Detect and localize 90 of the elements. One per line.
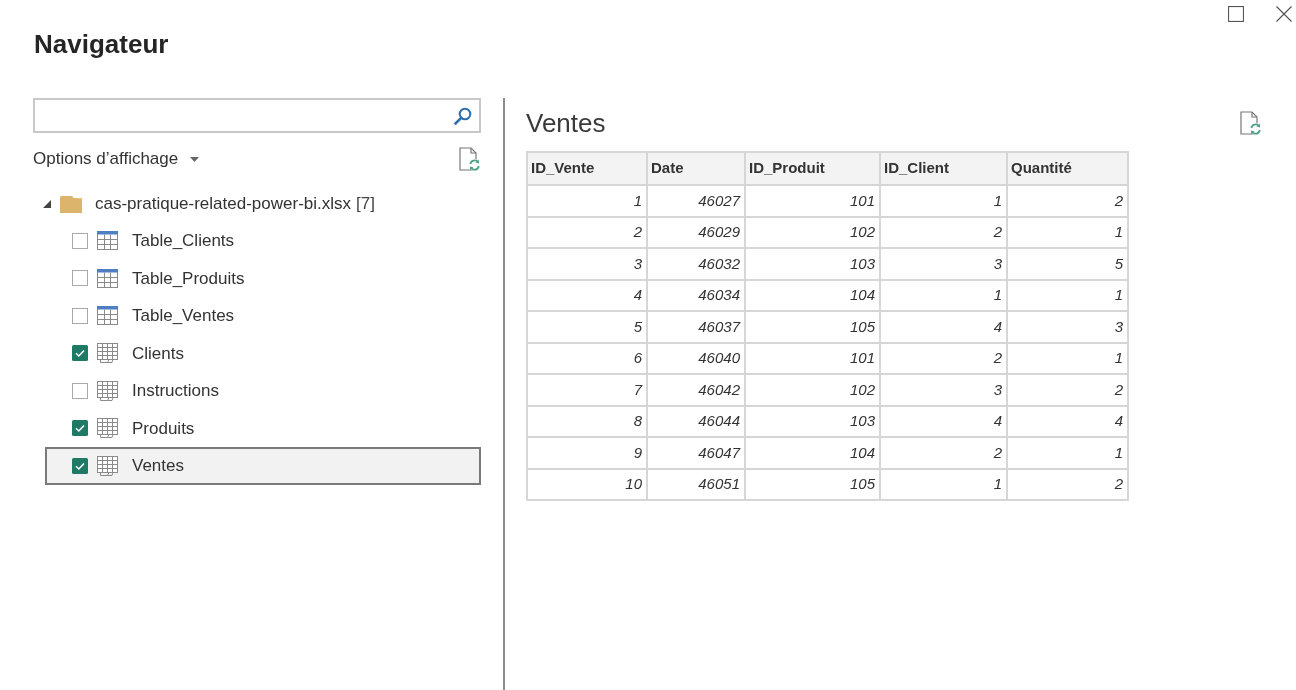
table-cell: 46027 — [647, 185, 745, 217]
table-cell: 46051 — [647, 468, 745, 500]
sheet-icon — [97, 455, 118, 476]
table-cell: 46047 — [647, 437, 745, 469]
table-cell: 3 — [880, 374, 1007, 406]
table-icon — [97, 231, 118, 251]
table-cell: 2 — [880, 437, 1007, 469]
table-cell: 104 — [745, 279, 880, 311]
sheet-icon — [97, 418, 118, 439]
sheet-icon — [97, 380, 118, 401]
table-cell: 101 — [745, 185, 880, 217]
checkbox[interactable] — [72, 457, 88, 474]
tree-item[interactable]: Table_Clients — [45, 222, 481, 260]
tree-item[interactable]: Table_Ventes — [45, 297, 481, 335]
table-cell: 104 — [745, 437, 880, 469]
table-cell: 1 — [1007, 342, 1128, 374]
table-cell: 46040 — [647, 342, 745, 374]
sheet-icon — [97, 343, 118, 364]
caret-icon — [190, 156, 200, 162]
column-header: Quantité — [1007, 152, 1128, 185]
table-cell: 2 — [527, 216, 647, 248]
table-cell: 4 — [1007, 405, 1128, 437]
tree-item[interactable]: Clients — [45, 334, 481, 372]
table-cell: 46037 — [647, 311, 745, 343]
table-cell: 46032 — [647, 248, 745, 280]
table-cell: 5 — [1007, 248, 1128, 280]
checkbox[interactable] — [72, 232, 88, 249]
table-cell: 2 — [1007, 374, 1128, 406]
table-cell: 3 — [880, 248, 1007, 280]
tree-item[interactable]: Produits — [45, 409, 481, 447]
table-cell: 6 — [527, 342, 647, 374]
close-icon[interactable] — [1276, 6, 1292, 22]
checkbox[interactable] — [72, 382, 88, 399]
tree-item[interactable]: Ventes — [45, 447, 481, 485]
table-cell: 101 — [745, 342, 880, 374]
table-cell: 3 — [527, 248, 647, 280]
column-header: Date — [647, 152, 745, 185]
table-cell: 7 — [527, 374, 647, 406]
table-cell: 1 — [1007, 437, 1128, 469]
checkbox[interactable] — [72, 420, 88, 437]
table-cell: 105 — [745, 311, 880, 343]
folder-icon — [60, 195, 82, 213]
table-icon — [97, 268, 118, 288]
table-cell: 1 — [1007, 216, 1128, 248]
column-header: ID_Produit — [745, 152, 880, 185]
table-cell: 8 — [527, 405, 647, 437]
table-cell: 2 — [880, 216, 1007, 248]
table-cell: 46044 — [647, 405, 745, 437]
column-header: ID_Client — [880, 152, 1007, 185]
table-cell: 46034 — [647, 279, 745, 311]
search-field[interactable] — [33, 98, 481, 133]
table-cell: 1 — [880, 279, 1007, 311]
checkbox[interactable] — [72, 270, 88, 287]
refresh-file-icon[interactable] — [1240, 110, 1262, 136]
table-cell: 1 — [880, 468, 1007, 500]
column-header: ID_Vente — [527, 152, 647, 185]
table-cell: 46042 — [647, 374, 745, 406]
table-cell: 4 — [527, 279, 647, 311]
table-cell: 2 — [1007, 185, 1128, 217]
table-cell: 103 — [745, 248, 880, 280]
maximize-icon[interactable] — [1228, 6, 1244, 22]
table-cell: 1 — [1007, 279, 1128, 311]
item-count: [7] — [356, 193, 375, 216]
table-cell: 4 — [880, 311, 1007, 343]
display-options-dropdown[interactable]: Options d’affichage — [33, 146, 200, 172]
table-cell: 103 — [745, 405, 880, 437]
table-icon — [97, 306, 118, 326]
table-cell: 2 — [1007, 468, 1128, 500]
table-cell: 1 — [527, 185, 647, 217]
table-cell: 10 — [527, 468, 647, 500]
table-cell: 4 — [880, 405, 1007, 437]
checkbox[interactable] — [72, 345, 88, 362]
table-cell: 102 — [745, 216, 880, 248]
table-cell: 3 — [1007, 311, 1128, 343]
table-cell: 105 — [745, 468, 880, 500]
tree-item[interactable]: Table_Produits — [45, 259, 481, 297]
preview-title: Ventes — [526, 107, 606, 140]
checkbox[interactable] — [72, 307, 88, 324]
table-cell: 1 — [880, 185, 1007, 217]
table-cell: 5 — [527, 311, 647, 343]
tree-item[interactable]: Instructions — [45, 372, 481, 410]
expanded-triangle-icon[interactable] — [43, 200, 51, 208]
table-cell: 2 — [880, 342, 1007, 374]
table-cell: 102 — [745, 374, 880, 406]
window-title: Navigateur — [34, 28, 169, 60]
table-cell: 46029 — [647, 216, 745, 248]
table-cell: 9 — [527, 437, 647, 469]
search-icon — [454, 106, 472, 125]
file-name: cas-pratique-related-power-bi.xlsx — [95, 193, 352, 216]
refresh-file-icon[interactable] — [459, 146, 481, 172]
